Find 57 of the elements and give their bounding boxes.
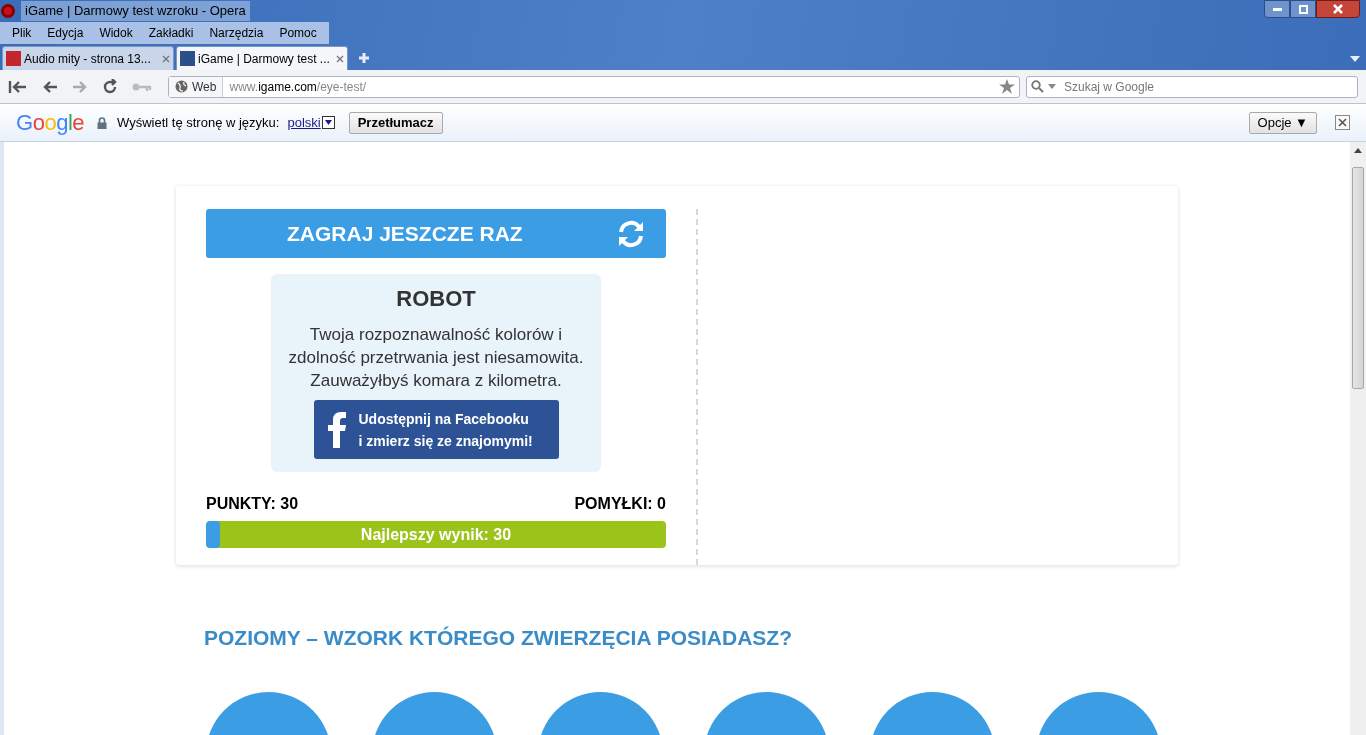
close-icon[interactable]	[1335, 115, 1350, 130]
search-input[interactable]: Szukaj w Google	[1064, 77, 1353, 96]
scroll-thumb[interactable]	[1352, 167, 1364, 389]
search-field[interactable]: Szukaj w Google	[1026, 75, 1358, 98]
menu-item[interactable]: Zakładki	[140, 24, 202, 42]
menu-item[interactable]: Pomoc	[271, 24, 325, 42]
language-link[interactable]: polski	[287, 112, 321, 133]
globe-icon	[175, 80, 188, 93]
dropdown-caret-icon[interactable]	[1048, 84, 1056, 89]
browser-tab[interactable]: Audio mity - strona 13...	[2, 46, 174, 70]
translate-button[interactable]: Przetłumacz	[348, 111, 443, 134]
close-button[interactable]	[1316, 0, 1360, 18]
scroll-up-icon[interactable]	[1354, 148, 1362, 153]
levels-heading: POZIOMY – WZORK KTÓREGO ZWIERZĘCIA POSIADASZ?	[204, 625, 793, 651]
search-icon	[1031, 80, 1044, 93]
refresh-icon	[616, 218, 646, 249]
bookmark-star-icon[interactable]	[999, 79, 1015, 94]
opera-logo-icon	[1, 4, 15, 18]
result-description: Twoja rozpoznawalność kolorów i zdolność przetrwania jest niesamowita. Zauważyłbyś komara z kilometra.	[287, 324, 585, 392]
options-button[interactable]: Opcje ▼	[1248, 111, 1317, 134]
web-badge[interactable]: Web	[169, 76, 224, 97]
lock-icon	[97, 116, 107, 129]
forward-icon[interactable]	[72, 79, 88, 94]
share-text: Udostępnij na Facebooku	[358, 409, 529, 429]
result-title: ROBOT	[396, 285, 476, 313]
close-icon	[1333, 4, 1343, 14]
tab-title: Audio mity - strona 13...	[24, 50, 151, 68]
best-score-text: Najlepszy wynik: 30	[360, 524, 512, 545]
google-logo: Google	[16, 111, 84, 134]
tab-title: iGame | Darmowy test ...	[198, 50, 330, 68]
browser-tab[interactable]: iGame | Darmowy test ...	[176, 46, 348, 70]
minimize-button[interactable]	[1264, 0, 1290, 18]
address-field[interactable]: Web www.igame.com/eye-test/	[168, 75, 1020, 98]
tab-favicon-icon	[6, 51, 21, 66]
rewind-icon[interactable]	[8, 79, 28, 94]
menu-item[interactable]: Widok	[91, 24, 141, 42]
tab-favicon-icon	[180, 51, 195, 66]
language-dropdown-icon[interactable]	[321, 116, 335, 129]
menu-item[interactable]: Narzędzia	[201, 24, 272, 42]
tab-menu-icon[interactable]	[1350, 56, 1360, 62]
points-label: PUNKTY: 30	[206, 494, 299, 514]
back-icon[interactable]	[42, 79, 58, 94]
mistakes-label: POMYŁKI: 0	[574, 494, 666, 514]
menu-item[interactable]: Edycja	[39, 24, 92, 42]
url-text: www.igame.com/eye-test/	[229, 78, 367, 96]
translate-prompt: Wyświetl tę stronę w języku:	[117, 113, 280, 132]
scrollbar[interactable]	[1350, 142, 1366, 735]
menu-item[interactable]: Plik	[4, 24, 40, 42]
window-title: iGame | Darmowy test wzroku - Opera	[21, 1, 250, 21]
share-text: i zmierz się ze znajomymi!	[358, 431, 533, 451]
restore-button[interactable]	[1290, 0, 1316, 18]
tab-close-icon[interactable]	[162, 54, 170, 63]
tab-close-icon[interactable]	[336, 54, 344, 63]
facebook-share-button[interactable]: Udostępnij na Facebooku i zmierz się ze znajomymi!	[313, 400, 559, 459]
facebook-icon	[327, 411, 346, 448]
new-tab-icon[interactable]	[358, 52, 370, 64]
reload-icon[interactable]	[102, 78, 118, 95]
